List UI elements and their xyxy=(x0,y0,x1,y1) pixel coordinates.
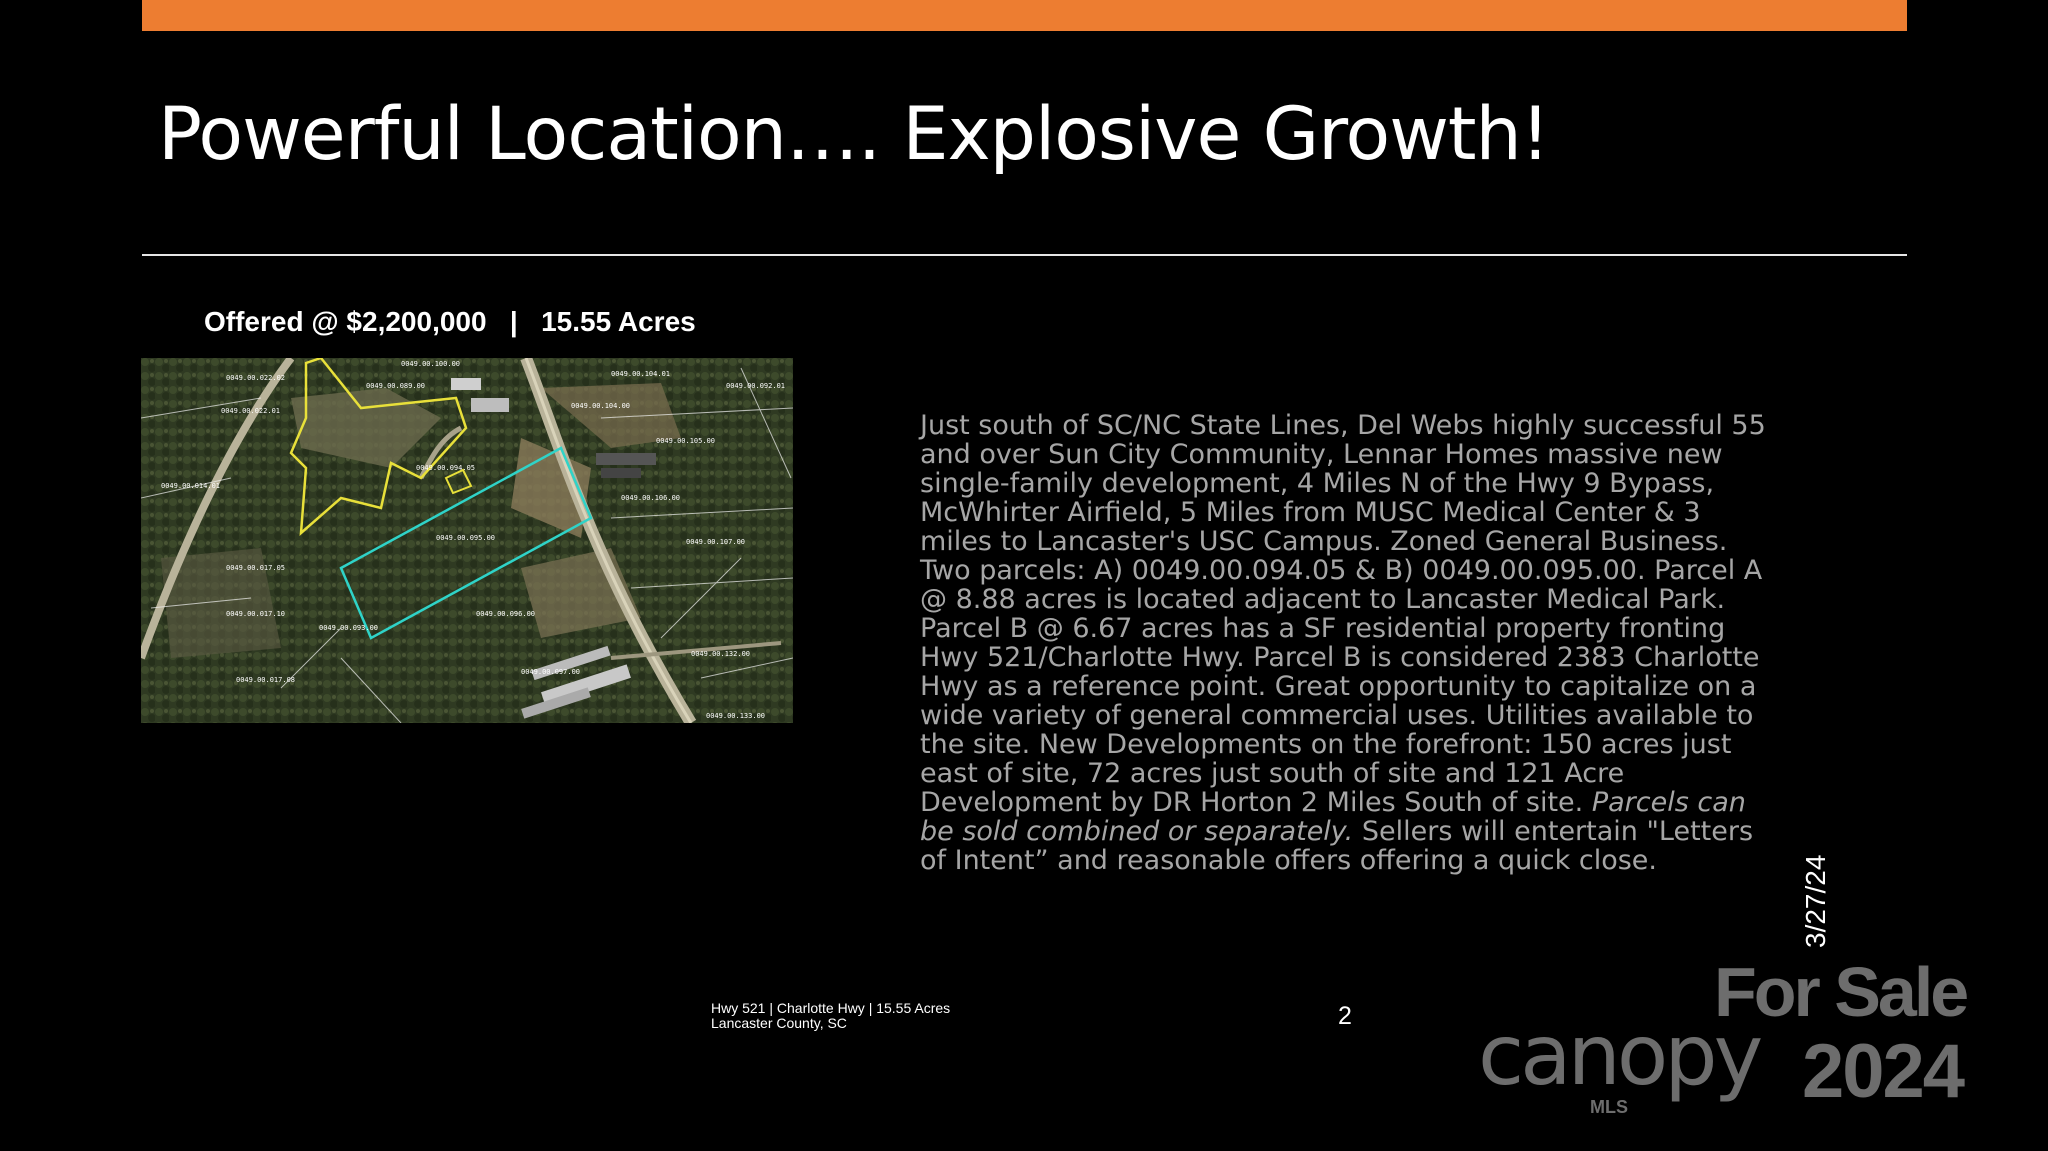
map-label: 0049.00.097.00 xyxy=(521,668,580,676)
property-description: Just south of SC/NC State Lines, Del Web… xyxy=(920,411,1780,875)
footer-line-1: Hwy 521 | Charlotte Hwy | 15.55 Acres xyxy=(711,1000,951,1016)
aerial-parcel-map: 0049.00.022.02 0049.00.100.00 0049.00.08… xyxy=(141,358,793,723)
mls-subtext: MLS xyxy=(1590,1097,1628,1117)
description-text: Just south of SC/NC State Lines, Del Web… xyxy=(920,410,1766,818)
footer-address: Hwy 521 | Charlotte Hwy | 15.55 Acres La… xyxy=(711,1001,950,1031)
map-label: 0049.00.104.01 xyxy=(611,370,670,378)
map-label: 0049.00.089.00 xyxy=(366,382,425,390)
page-number: 2 xyxy=(1338,1002,1352,1030)
map-label: 0049.00.095.00 xyxy=(436,534,495,542)
map-label: 0049.00.022.02 xyxy=(226,374,285,382)
footer-line-2: Lancaster County, SC xyxy=(711,1015,847,1031)
map-label: 0049.00.017.08 xyxy=(236,676,295,684)
map-label: 0049.00.133.00 xyxy=(706,712,765,720)
listing-date-stamp: 3/27/24 xyxy=(1800,846,1831,948)
map-label: 0049.00.104.00 xyxy=(571,402,630,410)
map-label: 0049.00.107.00 xyxy=(686,538,745,546)
map-label: 0049.00.017.05 xyxy=(226,564,285,572)
aerial-map-graphic: 0049.00.022.02 0049.00.100.00 0049.00.08… xyxy=(141,358,793,723)
listing-date: 3/27/24 xyxy=(1800,854,1831,948)
map-label: 0049.00.093.00 xyxy=(319,624,378,632)
map-label: 0049.00.092.01 xyxy=(726,382,785,390)
title-divider xyxy=(142,254,1907,256)
map-label: 0049.00.022.01 xyxy=(221,407,280,415)
offer-line: Offered @ $2,200,000 | 15.55 Acres xyxy=(204,306,696,337)
map-label: 0049.00.106.00 xyxy=(621,494,680,502)
canopy-logo-graphic: canopy MLS xyxy=(1478,1006,1766,1117)
map-label: 0049.00.014.01 xyxy=(161,482,220,490)
map-label: 0049.00.017.10 xyxy=(226,610,285,618)
canopy-mls-logo: canopy MLS xyxy=(1478,1006,1778,1118)
map-label: 0049.00.094.05 xyxy=(416,464,475,472)
map-label: 0049.00.100.00 xyxy=(401,360,460,368)
map-label: 0049.00.096.00 xyxy=(476,610,535,618)
map-label: 0049.00.132.00 xyxy=(691,650,750,658)
slide-title: Powerful Location…. Explosive Growth! xyxy=(158,92,1550,177)
accent-bar xyxy=(142,0,1907,31)
canopy-brand-text: canopy xyxy=(1478,1018,1762,1104)
watermark-year: 2024 xyxy=(1802,1029,1965,1114)
map-label: 0049.00.105.00 xyxy=(656,437,715,445)
